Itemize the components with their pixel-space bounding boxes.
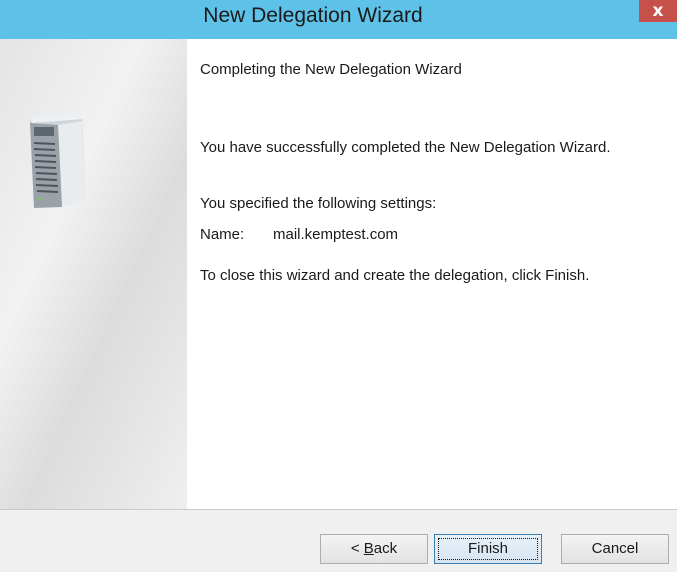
server-tower-icon — [30, 113, 86, 208]
cancel-label: Cancel — [591, 540, 639, 557]
success-message: You have successfully completed the New … — [200, 139, 611, 156]
back-mnemonic: B — [363, 540, 374, 557]
window-title: New Delegation Wizard — [203, 4, 423, 27]
finish-button[interactable]: Finish — [434, 534, 542, 564]
finish-instruction: To close this wizard and create the dele… — [200, 267, 590, 284]
focus-rectangle — [438, 538, 538, 560]
settings-intro: You specified the following settings: — [200, 195, 437, 212]
close-icon: x — [652, 1, 664, 21]
title-bar[interactable]: New Delegation Wizard x — [0, 0, 677, 39]
button-bar: < Back Finish Cancel — [0, 509, 677, 572]
page-heading: Completing the New Delegation Wizard — [200, 61, 462, 78]
cancel-button[interactable]: Cancel — [561, 534, 669, 564]
back-button[interactable]: < Back — [320, 534, 428, 564]
name-label: Name: — [200, 226, 245, 243]
back-prefix: < — [350, 540, 364, 557]
close-button[interactable]: x — [639, 0, 677, 22]
back-suffix: ack — [373, 540, 398, 557]
wizard-content: Completing the New Delegation Wizard You… — [187, 39, 677, 509]
name-value: mail.kemptest.com — [273, 226, 399, 243]
wizard-sidebar — [0, 39, 187, 509]
